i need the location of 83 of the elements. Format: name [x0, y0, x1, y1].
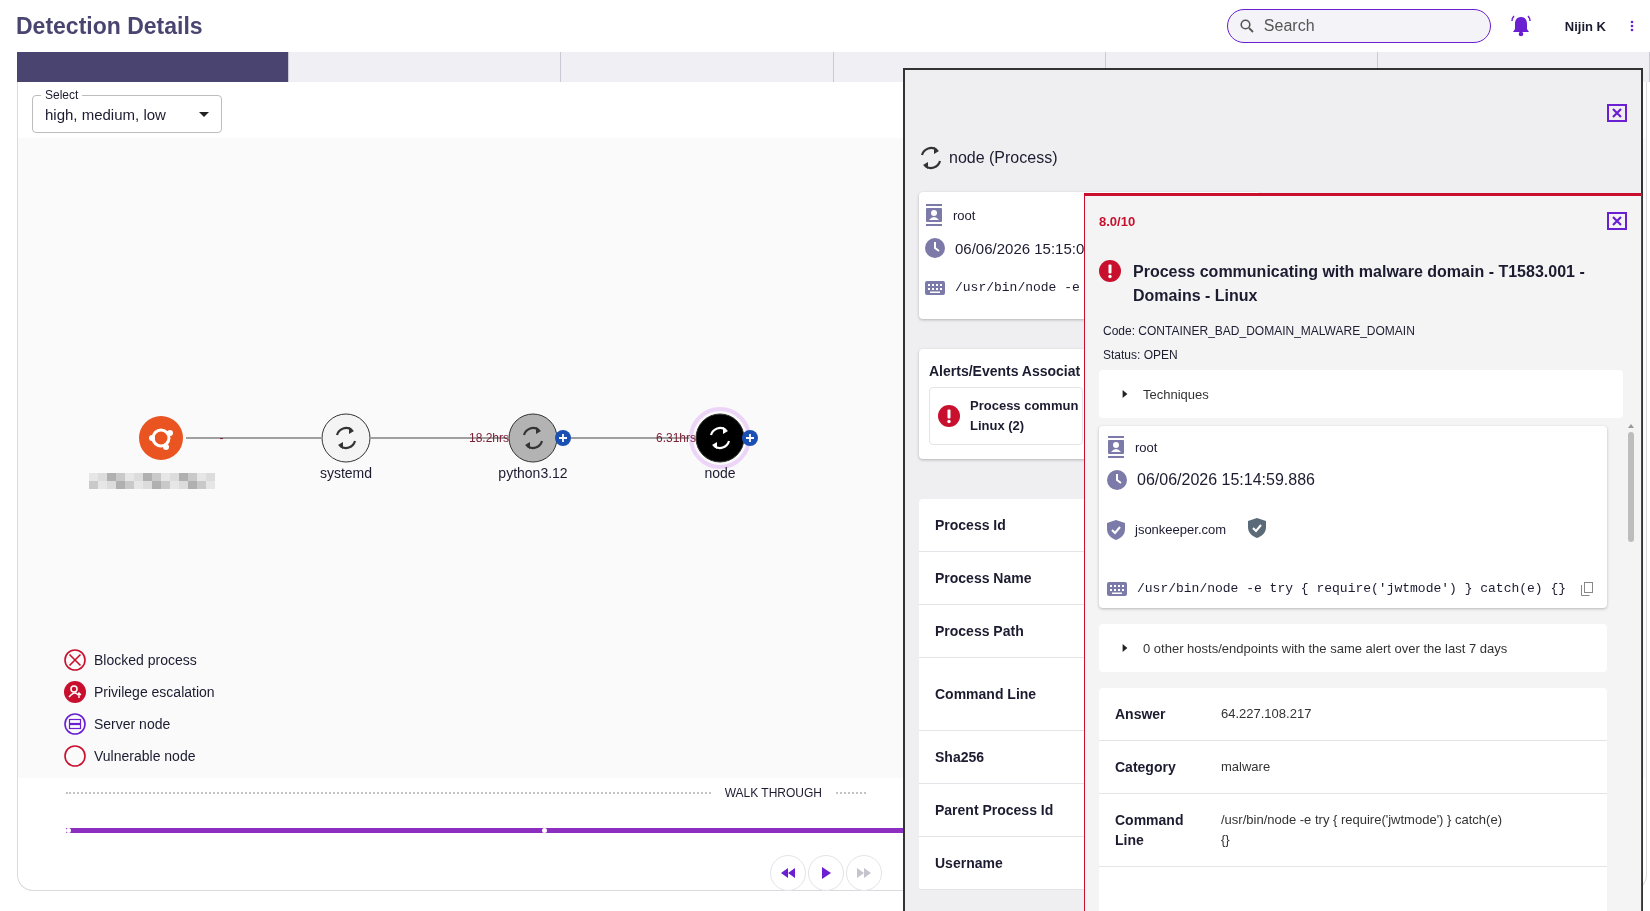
sync-icon: [710, 426, 730, 450]
sync-icon: [523, 426, 543, 450]
alert-title: Process commun Linux (2): [970, 397, 1079, 435]
field-label: Answer: [1115, 705, 1167, 724]
user-icon: [1107, 436, 1125, 458]
page-title: Detection Details: [16, 12, 204, 40]
other-hosts-expander[interactable]: 0 other hosts/endpoints with the same alert over the last 7 days: [1099, 624, 1607, 672]
alert-status: Status: OPEN: [1103, 348, 1179, 362]
rewind-icon: [779, 865, 797, 881]
field-label: Command Line: [935, 686, 1037, 702]
field-label: Category: [1115, 758, 1177, 777]
bell-icon[interactable]: [1510, 15, 1531, 37]
user-name[interactable]: Nijin K: [1564, 18, 1606, 34]
vulnerable-node-icon: [64, 745, 86, 767]
field-label: Process Path: [935, 623, 1024, 639]
timestamp: 06/06/2026 15:14:59.886: [1137, 471, 1315, 489]
user-text: root: [953, 207, 976, 223]
walkthrough-label: WALK THROUGH: [724, 786, 822, 800]
timestamp: 06/06/2026 15:15:0: [955, 239, 1085, 257]
edge-label: 6.31hrs: [655, 431, 696, 445]
caret-icon: [1121, 643, 1129, 653]
panel-title: node (Process): [949, 149, 1058, 167]
legend-label: Server node: [94, 716, 171, 732]
close-button[interactable]: [1607, 104, 1627, 122]
search-field[interactable]: Search: [1226, 9, 1491, 43]
command-text: /usr/bin/node -e try { require('jwtmode') } catch(e) {}: [1137, 581, 1567, 596]
blocked-icon: [64, 649, 86, 671]
user-icon: [925, 204, 943, 226]
play-button[interactable]: [808, 855, 844, 891]
alert-icon: [1099, 260, 1121, 282]
field-value: /usr/bin/node -e try { require('jwtmode') } catch(e) {}: [1221, 811, 1503, 849]
node-label: systemd: [319, 465, 373, 481]
legend-label: Vulnerable node: [94, 748, 196, 764]
server-icon: [64, 713, 86, 735]
edge-label: -: [219, 431, 224, 445]
expand-badge[interactable]: [742, 430, 758, 446]
field-label: Process Id: [935, 517, 1006, 533]
process-node[interactable]: [695, 413, 745, 463]
verified-shield-icon: [1248, 518, 1267, 538]
alerts-heading: Alerts/Events Associat: [929, 363, 1081, 379]
copy-icon[interactable]: [1581, 581, 1593, 596]
forward-icon: [855, 865, 873, 881]
field-value: 64.227.108.217: [1221, 705, 1313, 723]
techniques-expander[interactable]: Techniques: [1099, 370, 1623, 418]
domain-icon: [1107, 519, 1125, 540]
close-icon: [1612, 108, 1622, 118]
keyboard-icon: [925, 280, 945, 295]
field-label: Username: [935, 855, 1003, 871]
clock-icon: [1107, 470, 1127, 490]
process-node[interactable]: [321, 413, 371, 463]
alert-item[interactable]: Process commun Linux (2): [929, 387, 1084, 445]
keyboard-icon: [1107, 581, 1127, 596]
host-node[interactable]: [139, 416, 183, 460]
close-button[interactable]: [1607, 212, 1627, 230]
close-icon: [1612, 216, 1622, 226]
legend-label: Privilege escalation: [94, 684, 215, 700]
alert-icon: [938, 405, 960, 427]
field-label: Sha256: [935, 749, 985, 765]
more-menu-icon[interactable]: [1630, 20, 1634, 32]
alert-heading: Process communicating with malware domain - T1583.001 - Domains - Linux: [1133, 262, 1586, 306]
caret-icon: [1121, 389, 1129, 399]
clock-icon: [925, 238, 945, 258]
sync-icon: [336, 426, 356, 450]
user-text: root: [1135, 439, 1158, 455]
alert-code: Code: CONTAINER_BAD_DOMAIN_MALWARE_DOMAIN: [1103, 324, 1416, 338]
node-label: python3.12: [498, 465, 568, 481]
command-text: /usr/bin/node -e: [955, 280, 1080, 295]
edge-label: 18.2hrs: [468, 431, 509, 445]
risk-score: 8.0/10: [1099, 213, 1136, 229]
legend-label: Blocked process: [94, 652, 197, 668]
privilege-escalation-icon: [64, 681, 86, 703]
domain-text: jsonkeeper.com: [1135, 522, 1227, 537]
field-label: Command Line: [1115, 811, 1185, 850]
caret-icon: [199, 111, 209, 117]
search-icon: [1239, 19, 1254, 33]
process-node[interactable]: [508, 413, 558, 463]
rewind-button[interactable]: [770, 855, 806, 891]
process-icon: [919, 146, 943, 170]
field-value: malware: [1221, 758, 1272, 776]
node-label: node: [704, 465, 736, 481]
field-label: Process Name: [935, 570, 1032, 586]
expand-badge[interactable]: [555, 430, 571, 446]
field-label: Parent Process Id: [935, 802, 1054, 818]
